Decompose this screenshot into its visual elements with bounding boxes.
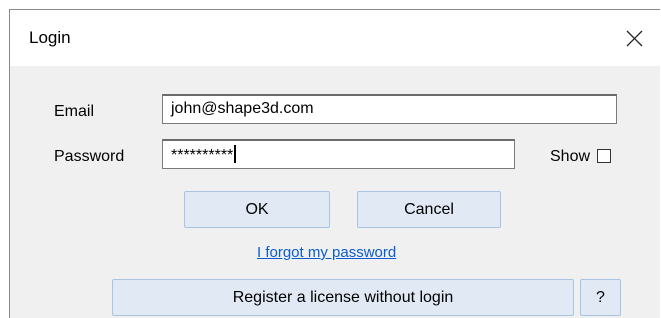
cancel-button[interactable]: Cancel	[357, 191, 501, 228]
help-button[interactable]: ?	[580, 279, 621, 316]
email-field[interactable]: john@shape3d.com	[162, 94, 617, 124]
register-license-button[interactable]: Register a license without login	[112, 279, 574, 316]
show-password-label: Show	[550, 148, 591, 165]
ok-button[interactable]: OK	[184, 191, 330, 228]
login-dialog: Login Email john@shape3d.com Password **…	[9, 9, 660, 318]
password-value: **********	[171, 147, 234, 164]
ok-button-label: OK	[245, 200, 269, 218]
password-label: Password	[54, 148, 125, 165]
dialog-title: Login	[29, 28, 71, 47]
register-license-button-label: Register a license without login	[232, 288, 454, 306]
close-button[interactable]	[608, 10, 660, 66]
close-icon	[626, 30, 642, 46]
title-bar: Login	[10, 10, 660, 66]
email-value: john@shape3d.com	[171, 100, 314, 117]
dialog-body: Email john@shape3d.com Password ********…	[10, 66, 660, 318]
show-password-checkbox[interactable]	[597, 149, 611, 163]
cancel-button-label: Cancel	[404, 200, 454, 218]
text-caret	[234, 145, 237, 163]
forgot-password-link[interactable]: I forgot my password	[257, 244, 396, 261]
email-label: Email	[54, 103, 95, 120]
password-field[interactable]: **********	[162, 139, 515, 169]
help-button-label: ?	[596, 288, 605, 306]
